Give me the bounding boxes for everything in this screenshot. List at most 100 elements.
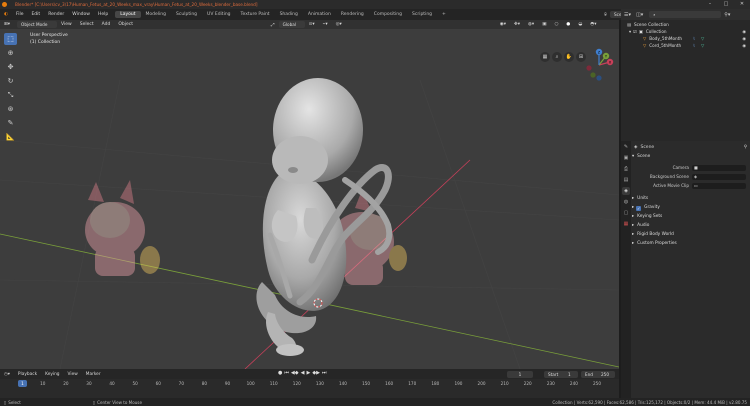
proportional-edit-icon[interactable]: ◎▾ bbox=[332, 22, 346, 27]
outliner-row-cord[interactable]: ▽ Cord_5thMonth ⌇ ▽ ◉ bbox=[621, 42, 750, 49]
collapse-arrow-icon[interactable]: ▸ bbox=[632, 213, 634, 221]
gravity-checkbox[interactable]: ✓ bbox=[636, 205, 642, 211]
object-tab-icon[interactable]: ▢ bbox=[622, 209, 630, 217]
render-tab-icon[interactable]: ▣ bbox=[622, 154, 630, 162]
menu-select[interactable]: Select bbox=[76, 22, 98, 27]
world-tab-icon[interactable]: ◍ bbox=[622, 198, 630, 206]
tab-texture-paint[interactable]: Texture Paint bbox=[236, 11, 275, 18]
mode-selector[interactable]: Object Mode bbox=[17, 21, 58, 28]
rigid-body-world-panel-header[interactable]: ▸ Rigid Body World bbox=[632, 231, 749, 239]
start-frame-field[interactable]: 1 bbox=[564, 370, 578, 378]
expand-arrow-icon[interactable]: ▾ bbox=[629, 28, 631, 35]
jump-end-icon[interactable]: ⏭ bbox=[322, 370, 327, 376]
display-mode-icon[interactable]: ◫▾ bbox=[634, 12, 645, 18]
tool-tab-icon[interactable]: ✎ bbox=[622, 143, 630, 151]
close-button[interactable]: ✕ bbox=[734, 0, 750, 9]
output-tab-icon[interactable]: ⎙ bbox=[622, 165, 630, 173]
3d-viewport[interactable]: ⊞▾ Object Mode View Select Add Object ⤢ … bbox=[0, 20, 619, 369]
end-frame-field[interactable]: 250 bbox=[597, 370, 615, 378]
menu-render[interactable]: Render bbox=[44, 12, 68, 17]
cursor-tool-icon[interactable]: ⊕ bbox=[4, 47, 17, 59]
menu-view[interactable]: View bbox=[57, 22, 76, 27]
editor-type-icon[interactable]: ⊞▾ bbox=[0, 22, 14, 27]
tab-shading[interactable]: Shading bbox=[275, 11, 303, 18]
snap-icon[interactable]: ⌁▾ bbox=[319, 22, 332, 27]
outliner-row-body[interactable]: ▽ Body_5thMonth ⌇ ▽ ◉ bbox=[621, 35, 750, 42]
measure-tool-icon[interactable]: 📐 bbox=[4, 131, 17, 143]
tab-sculpting[interactable]: Sculpting bbox=[171, 11, 202, 18]
maximize-button[interactable]: □ bbox=[718, 0, 734, 9]
collapse-arrow-icon[interactable]: ▸ bbox=[632, 231, 634, 239]
menu-help[interactable]: Help bbox=[94, 12, 112, 17]
gizmo-toggle-icon[interactable]: ✥▾ bbox=[510, 22, 524, 27]
add-workspace-button[interactable]: + bbox=[437, 11, 451, 18]
tab-layout[interactable]: Layout bbox=[115, 11, 141, 18]
rotate-tool-icon[interactable]: ↻ bbox=[4, 75, 17, 87]
playhead[interactable]: 1 bbox=[18, 380, 27, 387]
tab-compositing[interactable]: Compositing bbox=[369, 11, 407, 18]
jump-start-icon[interactable]: ⏮ bbox=[284, 370, 289, 376]
play-icon[interactable]: ▶ bbox=[306, 370, 310, 376]
visibility-icon[interactable]: ◉▾ bbox=[496, 22, 510, 27]
zoom-icon[interactable]: ⌕ bbox=[552, 52, 562, 62]
play-reverse-icon[interactable]: ◀ bbox=[301, 370, 305, 376]
scene-tab-icon[interactable]: ◈ bbox=[622, 187, 630, 195]
editor-type-icon[interactable]: ☰▾ bbox=[621, 12, 634, 18]
filter-icon[interactable]: ⚲▾ bbox=[721, 12, 733, 18]
collapse-arrow-icon[interactable]: ▸ bbox=[632, 240, 634, 248]
overlay-toggle-icon[interactable]: ◍▾ bbox=[524, 22, 538, 27]
collapse-arrow-icon[interactable]: ▸ bbox=[632, 222, 634, 230]
timeline-editor[interactable]: ◷▾ Playback Keying View Marker ● ⏮ ◀◆ ◀ … bbox=[0, 369, 619, 398]
menu-marker[interactable]: Marker bbox=[82, 372, 105, 377]
record-button[interactable]: ● bbox=[278, 370, 282, 376]
menu-object[interactable]: Object bbox=[114, 22, 137, 27]
blender-menu-icon[interactable]: ◐ bbox=[0, 12, 12, 17]
shading-rendered-icon[interactable]: ◓▾ bbox=[586, 22, 600, 27]
texture-tab-icon[interactable]: ▦ bbox=[622, 220, 630, 228]
scene-panel-header[interactable]: ▾ Scene bbox=[632, 153, 749, 161]
camera-field[interactable]: ■ bbox=[692, 164, 746, 171]
pan-hand-icon[interactable]: ✋ bbox=[564, 52, 574, 62]
outliner-search[interactable]: ⌕ bbox=[649, 11, 722, 18]
menu-view[interactable]: View bbox=[64, 372, 82, 377]
visibility-eye-icon[interactable]: ◉ bbox=[742, 42, 746, 49]
checkbox-icon[interactable]: ☑ bbox=[633, 28, 637, 35]
active-movie-clip-field[interactable]: ▭ bbox=[692, 182, 746, 189]
orientation-icon[interactable]: ⤢ bbox=[267, 22, 279, 28]
xray-icon[interactable]: ▣ bbox=[538, 22, 550, 27]
background-scene-field[interactable]: ◈ bbox=[692, 173, 746, 180]
menu-window[interactable]: Window bbox=[68, 12, 94, 17]
pivot-icon[interactable]: ⊙▾ bbox=[305, 22, 319, 27]
tab-uv-editing[interactable]: UV Editing bbox=[202, 11, 235, 18]
orientation-selector[interactable]: Global bbox=[278, 21, 305, 28]
outliner-row-scene-collection[interactable]: ▤ Scene Collection bbox=[621, 21, 750, 28]
tab-rendering[interactable]: Rendering bbox=[336, 11, 369, 18]
shading-wireframe-icon[interactable]: ○ bbox=[550, 22, 562, 27]
custom-properties-panel-header[interactable]: ▸ Custom Properties bbox=[632, 240, 749, 248]
menu-add[interactable]: Add bbox=[98, 22, 115, 27]
visibility-eye-icon[interactable]: ◉ bbox=[742, 35, 746, 42]
collapse-arrow-icon[interactable]: ▸ bbox=[632, 204, 634, 212]
outliner-row-collection[interactable]: ▾ ☑ ▣ Collection ◉ bbox=[621, 28, 750, 35]
view-layer-tab-icon[interactable]: ▤ bbox=[622, 176, 630, 184]
properties-editor[interactable]: ✎ ▣ ⎙ ▤ ◈ ◍ ▢ ▦ ◈ Scene ⚲ ▾ Scene Camera… bbox=[621, 141, 750, 398]
shading-material-icon[interactable]: ◒ bbox=[574, 22, 586, 27]
tab-scripting[interactable]: Scripting bbox=[407, 11, 437, 18]
collapse-arrow-icon[interactable]: ▸ bbox=[632, 195, 634, 203]
current-frame-field[interactable]: 1 bbox=[507, 370, 533, 378]
timeline-ruler[interactable]: 10 20 30 40 50 60 70 80 90 100 110 120 130 140 150 160 1… bbox=[0, 379, 619, 398]
navigation-gizmo[interactable]: X Y Z bbox=[582, 48, 616, 82]
shading-solid-icon[interactable]: ● bbox=[562, 22, 574, 27]
menu-playback[interactable]: Playback bbox=[14, 372, 41, 377]
audio-panel-header[interactable]: ▸ Audio bbox=[632, 222, 749, 230]
prev-keyframe-icon[interactable]: ◀◆ bbox=[291, 370, 299, 376]
keying-sets-panel-header[interactable]: ▸ Keying Sets bbox=[632, 213, 749, 221]
minimize-button[interactable]: – bbox=[702, 0, 718, 9]
tab-modeling[interactable]: Modeling bbox=[141, 11, 171, 18]
units-panel-header[interactable]: ▸ Units bbox=[632, 195, 749, 203]
editor-type-icon[interactable]: ◷▾ bbox=[0, 372, 14, 377]
pin-icon[interactable]: ⚲ bbox=[744, 145, 747, 150]
select-box-tool-icon[interactable]: ⬚ bbox=[4, 33, 17, 45]
camera-view-icon[interactable]: ▦ bbox=[540, 52, 550, 62]
visibility-eye-icon[interactable]: ◉ bbox=[742, 28, 746, 35]
